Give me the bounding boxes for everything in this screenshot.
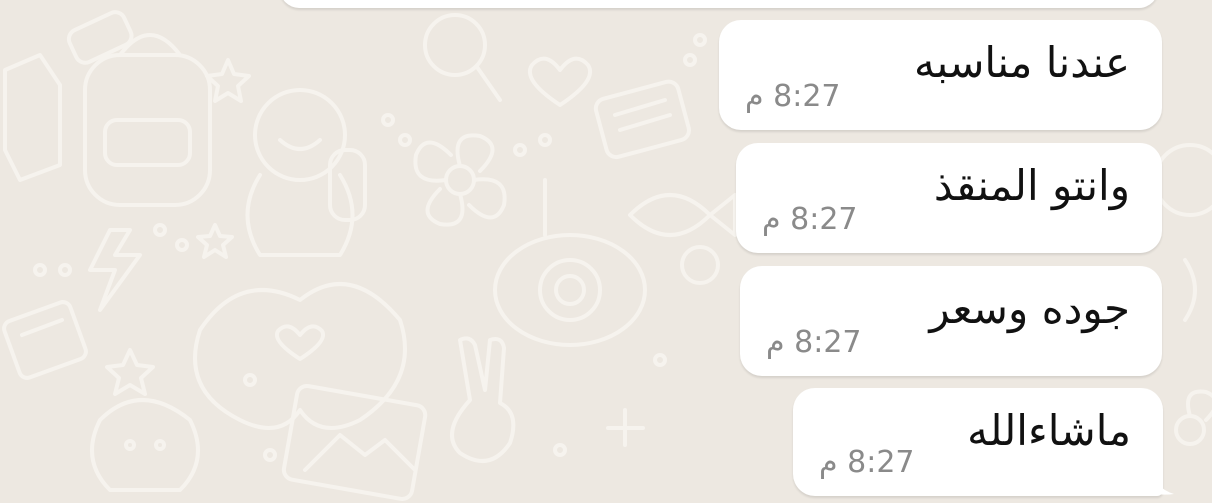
heart-doodle-icon bbox=[528, 56, 592, 107]
astronaut-doodle-icon bbox=[245, 88, 367, 257]
message-timestamp: 8:27 م bbox=[766, 325, 862, 360]
lightning-doodle-icon bbox=[88, 228, 142, 312]
dots-doodle-icon bbox=[33, 33, 707, 462]
message-text: جوده وسعر bbox=[929, 284, 1130, 333]
card-doodle-icon bbox=[2, 300, 88, 380]
message-text: عندنا مناسبه bbox=[914, 38, 1130, 87]
message-bubble[interactable]: وانتو المنقذ 8:27 م bbox=[736, 143, 1162, 253]
message-timestamp: 8:27 م bbox=[745, 79, 841, 114]
gear-doodle-icon bbox=[680, 245, 720, 285]
message-bubble[interactable]: ماشاءالله 8:27 م bbox=[793, 388, 1163, 496]
heart-hands-doodle-icon bbox=[193, 282, 407, 430]
message-bubble[interactable]: جوده وسعر 8:27 م bbox=[740, 266, 1162, 376]
dog-doodle-icon bbox=[90, 398, 200, 492]
bottom-star-doodle-icon bbox=[105, 348, 155, 396]
magnifier-doodle-icon bbox=[423, 13, 502, 102]
message-timestamp: 8:27 م bbox=[819, 445, 915, 480]
flower-doodle-icon bbox=[413, 133, 507, 227]
message-card-doodle-icon bbox=[593, 79, 691, 160]
carton-doodle-icon bbox=[3, 53, 62, 182]
message-bubble[interactable]: عندنا مناسبه 8:27 م bbox=[719, 20, 1162, 130]
fish-doodle-icon bbox=[628, 193, 737, 237]
message-text: ماشاءالله bbox=[967, 406, 1131, 455]
small-star-doodle-icon bbox=[196, 223, 234, 259]
plus-doodle-icon bbox=[606, 408, 645, 447]
bubble-tail-icon bbox=[1150, 466, 1174, 495]
balloon-doodle-icon bbox=[1153, 143, 1212, 322]
eye-doodle-icon bbox=[493, 178, 647, 347]
flower-right-doodle-icon bbox=[1174, 389, 1212, 446]
message-text: وانتو المنقذ bbox=[933, 161, 1130, 210]
backpack-doodle-icon bbox=[66, 10, 212, 207]
message-timestamp: 8:27 م bbox=[762, 202, 858, 237]
previous-message-bubble[interactable] bbox=[280, 0, 1158, 8]
photo-frame-doodle-icon bbox=[281, 383, 428, 501]
peace-hand-doodle-icon bbox=[450, 336, 516, 463]
star-doodle-icon bbox=[205, 58, 251, 103]
